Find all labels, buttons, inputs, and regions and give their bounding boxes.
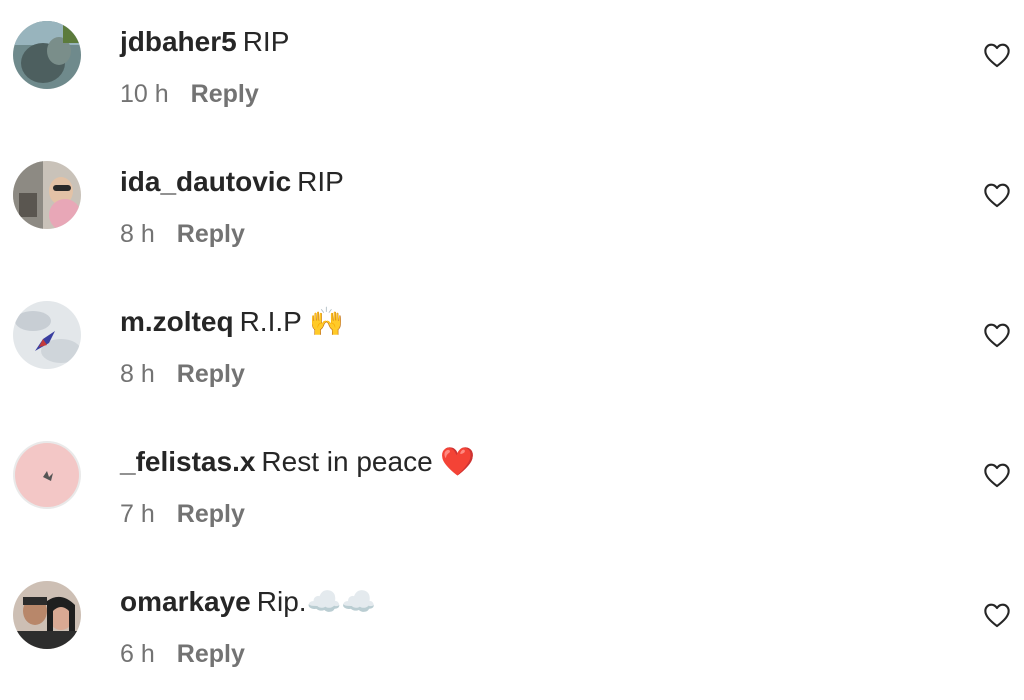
- avatar[interactable]: [13, 441, 81, 509]
- comment-text: RIP: [297, 166, 344, 197]
- comment-item: _felistas.x Rest in peace ❤️ 7 h Reply: [0, 420, 1024, 560]
- comment-username[interactable]: m.zolteq: [120, 306, 234, 337]
- comment-item: omarkaye Rip.☁️☁️ 6 h Reply: [0, 560, 1024, 700]
- reply-button[interactable]: Reply: [191, 80, 259, 108]
- comment-time: 6 h: [120, 640, 155, 668]
- reply-button[interactable]: Reply: [177, 360, 245, 388]
- comment-item: ida_dautovic RIP 8 h Reply: [0, 140, 1024, 280]
- comment-text: R.I.P 🙌: [239, 306, 344, 337]
- avatar[interactable]: [13, 161, 81, 229]
- comment-username[interactable]: _felistas.x: [120, 446, 255, 477]
- heart-outline-icon[interactable]: [983, 322, 1011, 348]
- heart-outline-icon[interactable]: [983, 462, 1011, 488]
- avatar[interactable]: [13, 581, 81, 649]
- comment-text: Rip.☁️☁️: [256, 586, 377, 617]
- comment-username[interactable]: ida_dautovic: [120, 166, 291, 197]
- heart-outline-icon[interactable]: [983, 602, 1011, 628]
- avatar[interactable]: [13, 301, 81, 369]
- comment-time: 7 h: [120, 500, 155, 528]
- comment-time: 10 h: [120, 80, 169, 108]
- heart-outline-icon[interactable]: [983, 42, 1011, 68]
- heart-outline-icon[interactable]: [983, 182, 1011, 208]
- reply-button[interactable]: Reply: [177, 640, 245, 668]
- comment-item: jdbaher5 RIP 10 h Reply: [0, 0, 1024, 140]
- comment-text: Rest in peace ❤️: [261, 446, 476, 477]
- comment-time: 8 h: [120, 220, 155, 248]
- comment-time: 8 h: [120, 360, 155, 388]
- comment-username[interactable]: omarkaye: [120, 586, 251, 617]
- comment-item: m.zolteq R.I.P 🙌 8 h Reply: [0, 280, 1024, 420]
- reply-button[interactable]: Reply: [177, 220, 245, 248]
- avatar[interactable]: [13, 21, 81, 89]
- reply-button[interactable]: Reply: [177, 500, 245, 528]
- comment-text: RIP: [242, 26, 290, 57]
- comment-username[interactable]: jdbaher5: [120, 26, 237, 57]
